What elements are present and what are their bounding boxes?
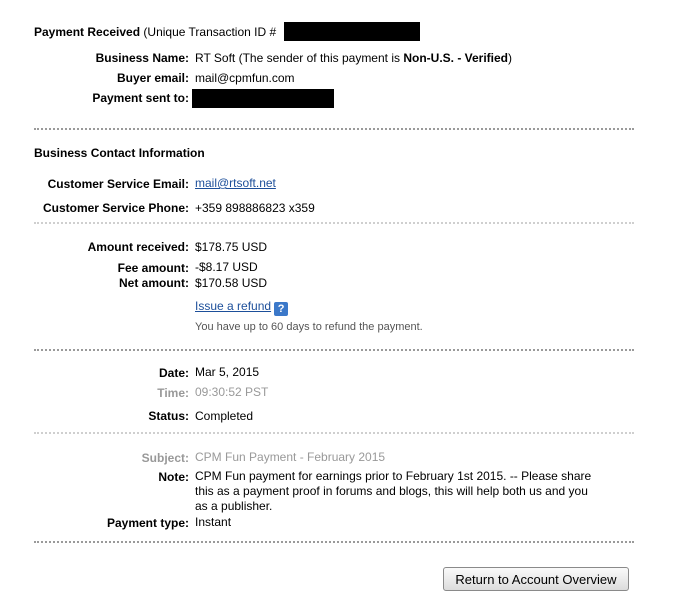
payment-received-header: Payment Received (Unique Transaction ID …: [34, 25, 276, 39]
note-value: CPM Fun payment for earnings prior to Fe…: [195, 469, 591, 514]
transaction-id-redaction: [284, 22, 420, 41]
refund-note: You have up to 60 days to refund the pay…: [195, 321, 423, 333]
date-value: Mar 5, 2015: [195, 365, 260, 379]
transaction-id-label: (Unique Transaction ID #: [143, 25, 277, 39]
buyer-email-label: Buyer email:: [116, 71, 189, 85]
net-amount-value: $170.58 USD: [195, 276, 268, 290]
page-title: Payment Received: [34, 25, 141, 39]
status-value: Completed: [195, 409, 254, 423]
payment-type-value: Instant: [195, 515, 232, 529]
sender-verification-status: Non-U.S. - Verified: [403, 51, 509, 65]
sender-note-prefix: (The sender of this payment is: [235, 51, 404, 65]
business-name: RT Soft: [195, 51, 236, 65]
customer-service-phone-label: Customer Service Phone:: [42, 201, 189, 215]
note-line: this as a payment proof in forums and bl…: [195, 484, 588, 498]
time-value: 09:30:52 PST: [195, 385, 269, 399]
help-icon[interactable]: ?: [274, 302, 289, 316]
return-to-account-overview-button[interactable]: Return to Account Overview: [443, 567, 629, 591]
issue-refund-link[interactable]: Issue a refund: [195, 299, 271, 313]
business-name-value: RT Soft (The sender of this payment is N…: [195, 51, 512, 65]
divider: [34, 128, 634, 130]
amount-received-value: $178.75 USD: [195, 240, 268, 254]
business-name-label: Business Name:: [95, 51, 189, 65]
fee-amount-label: Fee amount:: [117, 261, 189, 275]
buyer-email-value: mail@cpmfun.com: [195, 71, 295, 85]
note-label: Note:: [158, 470, 189, 484]
payment-sent-to-redaction: [192, 89, 334, 108]
business-contact-heading: Business Contact Information: [34, 146, 205, 160]
note-line: as a publisher.: [195, 499, 273, 513]
divider: [34, 541, 634, 543]
customer-service-email-link[interactable]: mail@rtsoft.net: [195, 176, 276, 190]
subject-label: Subject:: [141, 451, 189, 465]
date-label: Date:: [158, 366, 189, 380]
payment-type-label: Payment type:: [106, 516, 189, 530]
time-label: Time:: [157, 386, 189, 400]
customer-service-phone-value: +359 898886823 x359: [195, 201, 315, 215]
subject-value: CPM Fun Payment - February 2015: [195, 450, 386, 464]
sender-note-suffix: ): [508, 51, 513, 65]
payment-sent-to-label: Payment sent to:: [92, 91, 189, 105]
divider: [34, 432, 634, 434]
customer-service-email-label: Customer Service Email:: [47, 177, 189, 191]
divider: [34, 349, 634, 351]
fee-amount-value: -$8.17 USD: [195, 260, 258, 274]
net-amount-label: Net amount:: [119, 276, 189, 290]
refund-row: Issue a refund?: [195, 299, 289, 316]
amount-received-label: Amount received:: [87, 240, 189, 254]
status-label: Status:: [148, 409, 189, 423]
note-line: CPM Fun payment for earnings prior to Fe…: [195, 469, 592, 483]
divider: [34, 222, 634, 224]
